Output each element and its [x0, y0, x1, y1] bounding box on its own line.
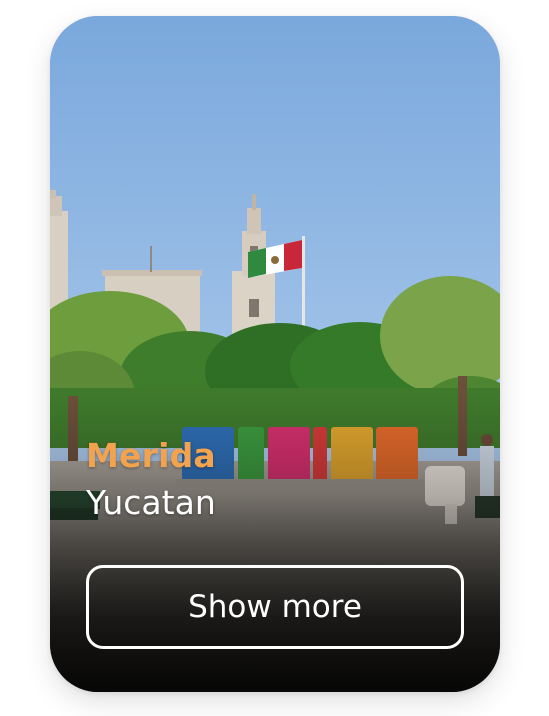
destination-subtitle: Yucatan — [86, 483, 216, 522]
page: Merida Yucatan Show more — [0, 0, 549, 716]
destination-card[interactable]: Merida Yucatan Show more — [50, 16, 500, 692]
show-more-button[interactable]: Show more — [86, 565, 464, 649]
destination-title: Merida — [86, 436, 216, 475]
